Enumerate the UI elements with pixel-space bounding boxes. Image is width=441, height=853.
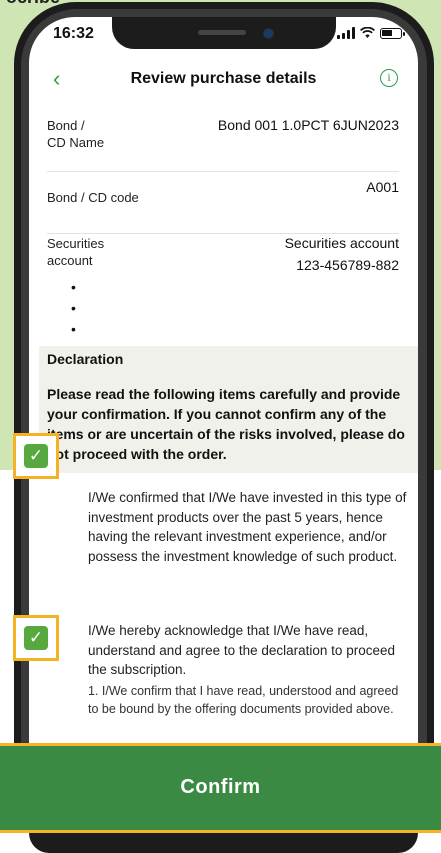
- declaration-item-2-text: I/We hereby acknowledge that I/We have r…: [88, 623, 395, 677]
- signal-icon: [337, 27, 355, 39]
- declaration-checkbox-2[interactable]: ✓: [13, 615, 59, 661]
- confirm-button[interactable]: Confirm: [0, 743, 441, 833]
- detail-value: Bond 001 1.0PCT 6JUN2023: [217, 117, 399, 133]
- declaration-checkbox-1[interactable]: ✓: [13, 433, 59, 479]
- detail-label: Bond / CD code: [47, 190, 139, 205]
- list-item: •: [71, 321, 76, 337]
- declaration-title: Declaration: [47, 351, 124, 367]
- battery-icon: [380, 27, 405, 39]
- page-title: Review purchase details: [130, 70, 317, 87]
- front-camera: [263, 28, 274, 39]
- info-icon[interactable]: i: [380, 69, 398, 87]
- detail-label: Bond / CD Name: [47, 118, 105, 150]
- detail-value: A001: [366, 179, 399, 195]
- declaration-item-2-subtext: 1. I/We confirm that I have read, unders…: [88, 684, 399, 716]
- checkmark-icon: ✓: [24, 444, 48, 468]
- list-item: •: [71, 279, 76, 295]
- wifi-icon: [360, 27, 375, 38]
- notch: [112, 17, 336, 49]
- declaration-section: Declaration Please read the following it…: [39, 346, 418, 473]
- detail-label: Securities account: [47, 236, 105, 268]
- checkmark-icon: ✓: [24, 626, 48, 650]
- bullet-list: • • •: [71, 277, 76, 340]
- nav-bar: ‹ Review purchase details i: [29, 61, 418, 99]
- detail-row-securities-account: Securities account Securities account 12…: [47, 235, 399, 275]
- declaration-text: Please read the following items carefull…: [47, 386, 405, 462]
- detail-row-bond-code: Bond / CD code A001: [47, 179, 399, 234]
- detail-value: Securities account 123-456789-882: [284, 235, 399, 273]
- list-item: •: [71, 300, 76, 316]
- speaker-grille: [198, 30, 246, 35]
- detail-row-bond-name: Bond / CD Name Bond 001 1.0PCT 6JUN2023: [47, 117, 399, 172]
- status-time: 16:32: [53, 25, 94, 42]
- declaration-item-1-text: I/We confirmed that I/We have invested i…: [88, 490, 407, 564]
- status-icons: [337, 27, 405, 39]
- confirm-button-label: Confirm: [180, 776, 261, 798]
- phone-bottom-bezel: [29, 833, 418, 853]
- phone-screen: 16:32 ‹ Review purchase details i Bond /…: [29, 17, 418, 837]
